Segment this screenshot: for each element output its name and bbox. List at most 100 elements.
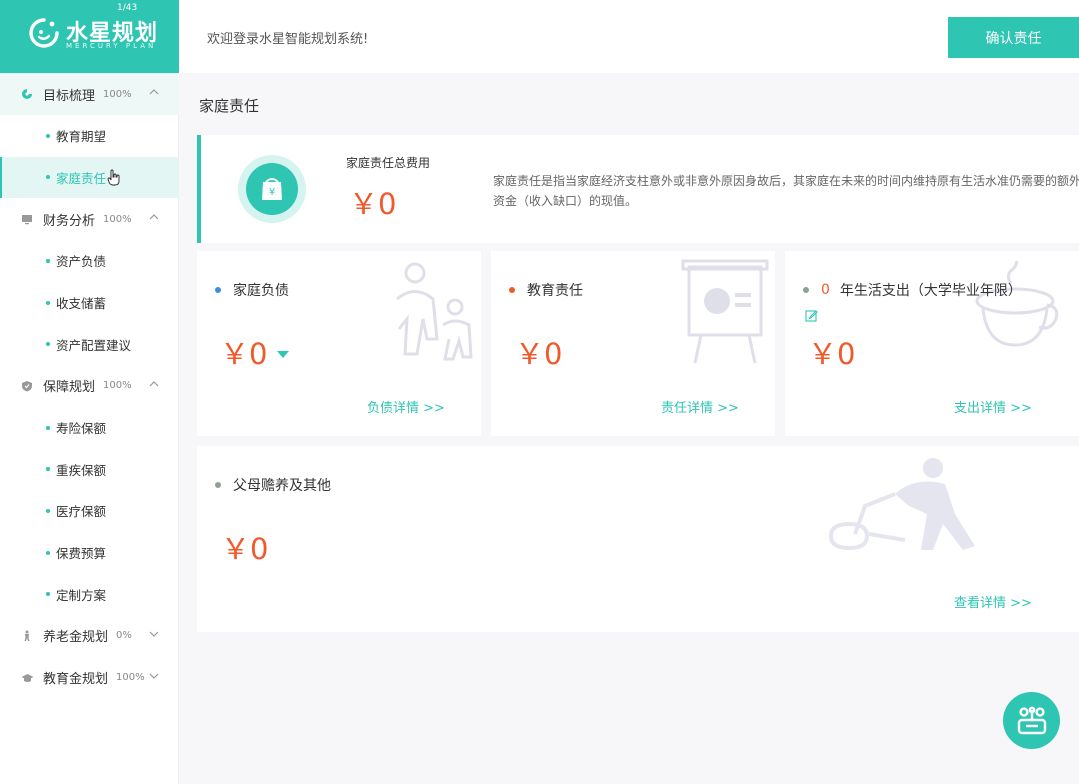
sidebar-item-family-responsibility[interactable]: 家庭责任 — [0, 156, 179, 199]
edit-icon[interactable] — [805, 309, 818, 322]
bullet-dot-icon — [46, 342, 50, 347]
nav-group-percent: 100% — [116, 672, 145, 684]
logo-mark-icon — [29, 18, 59, 48]
card-parents-support: 父母赡养及其他 ￥0 查看详情 >> — [197, 446, 1079, 632]
hand-cursor-icon — [107, 169, 120, 186]
welcome-text: 欢迎登录水星智能规划系统! — [207, 32, 369, 47]
summary-card: ¥ 家庭责任总费用 ￥0 家庭责任是指当家庭经济支柱意外或非意外原因身故后，其家… — [197, 135, 1079, 243]
sidebar-item-label: 家庭责任 — [56, 170, 107, 186]
nav-group-goals[interactable]: 目标梳理 100% — [0, 73, 179, 115]
debt-details-link[interactable]: 负债详情 >> — [367, 397, 445, 416]
robot-icon — [1017, 706, 1046, 734]
sidebar-item-label: 定制方案 — [56, 587, 107, 603]
sidebar-nav: 目标梳理 100% 教育期望 家庭责任 财务分析 100% 资产负债 收支储蓄 … — [0, 73, 179, 699]
education-amount: ￥0 — [515, 337, 563, 371]
sidebar-item-label: 寿险保额 — [56, 421, 107, 437]
graduation-cap-icon — [20, 671, 34, 685]
sidebar-item-critical-illness[interactable]: 重疾保额 — [0, 449, 179, 491]
card-living-expense: 0 年生活支出（大学毕业年限） ￥0 支出详情 >> — [785, 251, 1079, 436]
nav-group-percent: 0% — [116, 630, 132, 642]
bullet-dot-icon — [46, 175, 50, 180]
sidebar-item-label: 收支储蓄 — [56, 296, 107, 312]
sidebar-item-premium-budget[interactable]: 保费预算 — [0, 532, 179, 574]
bullet-dot-icon — [46, 133, 50, 138]
bullet-dot-icon — [509, 287, 515, 293]
bullet-dot-icon — [46, 300, 50, 305]
card-value: ￥0 — [221, 526, 268, 568]
expense-details-link[interactable]: 支出详情 >> — [954, 397, 1032, 416]
sidebar-item-education-expectation[interactable]: 教育期望 — [0, 115, 179, 157]
cup-illustration-icon — [975, 261, 1059, 347]
chevron-up-icon[interactable] — [149, 212, 159, 222]
view-details-link[interactable]: 查看详情 >> — [954, 592, 1032, 611]
confirm-responsibility-button[interactable]: 确认责任 — [948, 17, 1079, 58]
bullet-dot-icon — [46, 467, 50, 472]
logo-subtitle: MERCURY PLAN — [66, 42, 157, 50]
bullet-dot-icon — [215, 287, 221, 293]
robot-assistant-button[interactable] — [1003, 692, 1060, 749]
card-title: 0 年生活支出（大学毕业年限） — [803, 280, 1022, 300]
person-icon — [20, 629, 34, 643]
bullet-dot-icon — [46, 425, 50, 430]
card-title-text: 家庭负债 — [233, 283, 289, 299]
nav-group-percent: 100% — [103, 88, 132, 100]
card-title: 家庭负债 — [215, 280, 289, 300]
responsibility-details-link[interactable]: 责任详情 >> — [661, 397, 739, 416]
card-title-text: 教育责任 — [527, 283, 583, 299]
nav-group-finance[interactable]: 财务分析 100% — [0, 198, 179, 240]
shield-icon — [20, 379, 34, 393]
sidebar-item-label: 保费预算 — [56, 546, 107, 562]
presentation-board-icon — [681, 259, 769, 364]
summary-label: 家庭责任总费用 — [346, 156, 431, 170]
nav-group-education-fund[interactable]: 教育金规划 100% — [0, 657, 179, 699]
nav-group-label: 养老金规划 — [43, 630, 109, 646]
logo[interactable]: 1/43 水星规划 MERCURY PLAN — [0, 0, 179, 73]
parents-amount: ￥0 — [221, 532, 269, 566]
nav-group-label: 保障规划 — [43, 380, 96, 396]
chevron-up-icon[interactable] — [149, 87, 159, 97]
nav-group-protection[interactable]: 保障规划 100% — [0, 365, 179, 407]
chevron-up-icon[interactable] — [149, 379, 159, 389]
family-illustration-icon — [396, 262, 473, 361]
card-title-text: 年生活支出（大学毕业年限） — [839, 283, 1022, 299]
summary-description: 家庭责任是指当家庭经济支柱意外或非意外原因身故后，其家庭在未来的时间内维持原有生… — [493, 174, 1079, 208]
card-education-responsibility: 教育责任 ￥0 责任详情 >> — [491, 251, 775, 436]
sidebar-item-label: 教育期望 — [56, 129, 107, 145]
card-title: 父母赡养及其他 — [215, 475, 331, 495]
sidebar-item-assets-liabilities[interactable]: 资产负债 — [0, 240, 179, 282]
card-value: ￥0 — [808, 331, 855, 373]
living-years-value[interactable]: 0 — [821, 282, 830, 298]
card-value: ￥0 — [515, 331, 562, 373]
elder-walker-illustration-icon — [828, 458, 975, 551]
card-family-debt: 家庭负债 ￥0 负债详情 >> — [197, 251, 481, 436]
bullet-dot-icon — [46, 550, 50, 555]
living-amount: ￥0 — [808, 337, 856, 371]
card-title: 教育责任 — [509, 280, 583, 300]
nav-group-pension[interactable]: 养老金规划 0% — [0, 615, 179, 657]
bullet-dot-icon — [46, 508, 50, 513]
nav-group-percent: 100% — [103, 380, 132, 392]
top-header: 欢迎登录水星智能规划系统! 确认责任 — [179, 0, 1079, 73]
nav-group-label: 财务分析 — [43, 213, 96, 229]
sidebar-item-label: 重疾保额 — [56, 462, 107, 478]
caret-down-icon[interactable] — [277, 350, 290, 358]
sidebar-item-custom-plan[interactable]: 定制方案 — [0, 573, 179, 615]
bullet-dot-icon — [215, 482, 221, 488]
sidebar-item-income-savings[interactable]: 收支储蓄 — [0, 282, 179, 324]
debt-amount: ￥0 — [220, 337, 268, 371]
chevron-down-icon[interactable] — [149, 629, 159, 639]
sidebar-item-label: 资产配置建议 — [56, 337, 132, 353]
nav-group-label: 目标梳理 — [43, 88, 96, 104]
chevron-down-icon[interactable] — [149, 671, 159, 681]
bullet-dot-icon — [46, 258, 50, 263]
bullet-dot-icon — [46, 592, 50, 597]
sidebar-item-asset-allocation[interactable]: 资产配置建议 — [0, 323, 179, 365]
sidebar-item-label: 资产负债 — [56, 254, 107, 270]
summary-amount: ￥0 — [349, 187, 397, 221]
sidebar-item-life-insurance[interactable]: 寿险保额 — [0, 407, 179, 449]
sidebar-item-medical[interactable]: 医疗保额 — [0, 490, 179, 532]
nav-group-percent: 100% — [103, 213, 132, 225]
slide-counter: 1/43 — [117, 3, 138, 13]
money-bag-icon: ¥ — [238, 155, 306, 223]
card-value: ￥0 — [220, 331, 290, 373]
